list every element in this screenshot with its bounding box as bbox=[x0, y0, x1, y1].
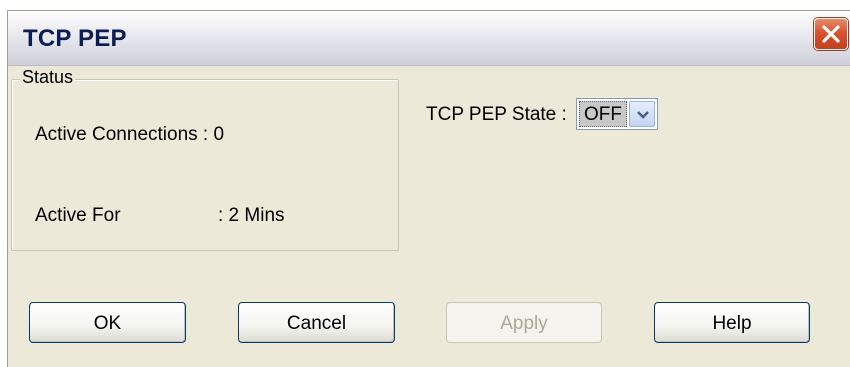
active-connections-label: Active Connections : 0 bbox=[35, 124, 225, 145]
tcp-pep-state-value: OFF bbox=[579, 101, 627, 127]
close-icon bbox=[822, 25, 840, 43]
close-button[interactable] bbox=[814, 18, 848, 50]
ok-button[interactable]: OK bbox=[29, 302, 186, 343]
title-bar[interactable]: TCP PEP bbox=[8, 11, 850, 66]
window-title: TCP PEP bbox=[23, 25, 127, 52]
cancel-button[interactable]: Cancel bbox=[238, 302, 395, 343]
active-for-label: Active For bbox=[35, 205, 121, 226]
active-for-value: : 2 Mins bbox=[218, 205, 285, 226]
help-button[interactable]: Help bbox=[654, 302, 810, 343]
dropdown-button[interactable] bbox=[629, 101, 655, 127]
tcp-pep-state-select[interactable]: OFF bbox=[576, 98, 658, 130]
tcp-pep-state-label: TCP PEP State : bbox=[426, 104, 567, 125]
apply-button[interactable]: Apply bbox=[446, 302, 602, 343]
status-legend: Status bbox=[20, 67, 76, 88]
chevron-down-icon bbox=[637, 111, 649, 119]
